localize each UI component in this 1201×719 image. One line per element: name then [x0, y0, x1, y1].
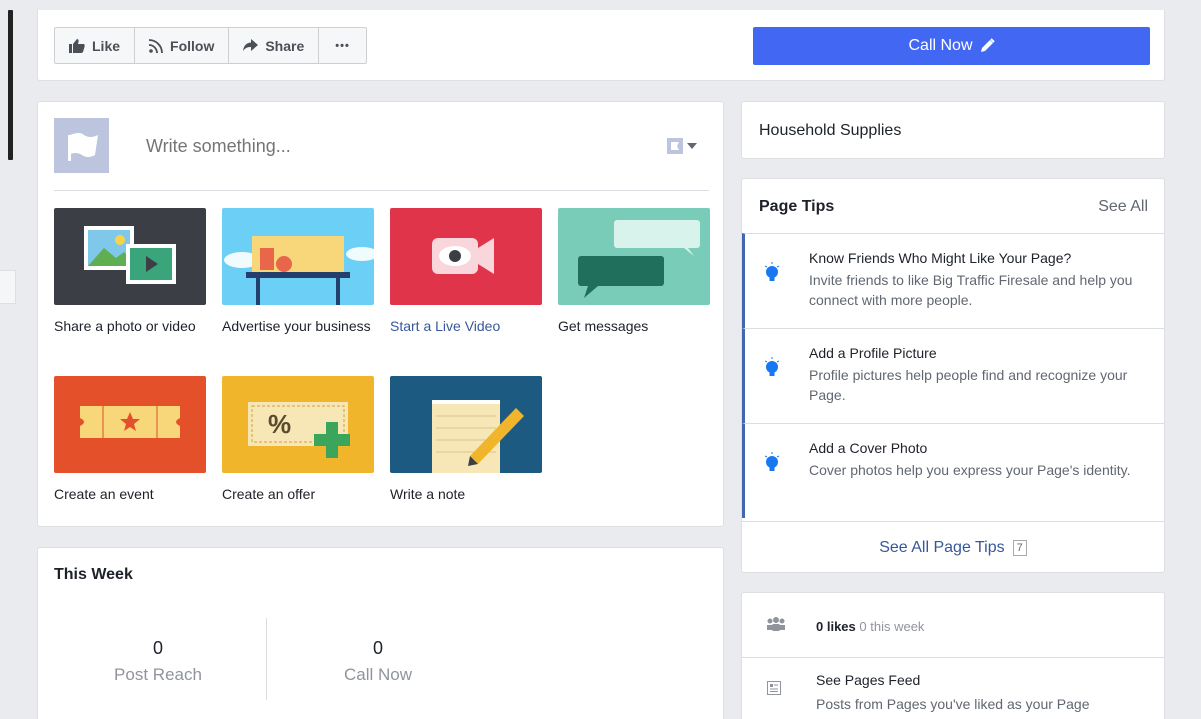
news-feed-icon — [767, 681, 781, 700]
tile-label: Create an offer — [222, 486, 316, 502]
tips-count-badge: 7 — [1012, 539, 1027, 556]
likes-this-week: 0 this week — [859, 619, 925, 634]
likes-row[interactable]: 0 likes 0 this week — [742, 593, 1164, 658]
tile-label: Create an event — [54, 486, 154, 502]
note-pencil-icon — [390, 376, 542, 473]
tile-label: Write a note — [390, 486, 466, 502]
stat-label: Post Reach — [114, 665, 202, 684]
see-all-link[interactable]: See All — [1098, 198, 1148, 216]
thumbs-up-icon — [69, 38, 85, 53]
write-something-input[interactable] — [146, 136, 586, 157]
pages-feed-desc: Posts from Pages you've liked as your Pa… — [816, 696, 1090, 712]
tip-cover-photo[interactable]: Add a Cover Photo Cover photos help you … — [742, 423, 1164, 518]
photo-video-icon — [54, 208, 206, 305]
tile-get-messages[interactable]: Get messages — [558, 208, 710, 336]
likes-summary: 0 likes 0 this week — [816, 619, 924, 634]
live-video-camera-icon — [390, 208, 542, 305]
follow-label: Follow — [170, 37, 215, 54]
category-card: Household Supplies — [741, 101, 1165, 159]
see-all-tips-label: See All Page Tips — [879, 538, 1005, 556]
tip-profile-picture[interactable]: Add a Profile Picture Profile pictures h… — [742, 328, 1164, 423]
scrollbar-thumb[interactable] — [8, 10, 13, 160]
tip-title: Add a Cover Photo — [809, 440, 928, 456]
this-week-card: This Week 0 Post Reach 0 Call Now — [37, 547, 724, 719]
chevron-down-icon — [687, 143, 697, 149]
storefront-icon — [222, 208, 374, 305]
page-avatar[interactable] — [54, 118, 109, 173]
tile-write-note[interactable]: Write a note — [390, 376, 542, 504]
pages-feed-title: See Pages Feed — [816, 672, 921, 688]
tip-desc: Cover photos help you express your Page'… — [809, 462, 1131, 478]
likes-card: 0 likes 0 this week See Pages Feed Posts… — [741, 592, 1165, 719]
tile-label: Share a photo or video — [54, 318, 196, 334]
tile-create-event[interactable]: Create an event — [54, 376, 206, 504]
more-label: ••• — [335, 39, 350, 52]
pencil-icon[interactable] — [979, 38, 995, 54]
more-options-button[interactable]: ••• — [319, 28, 366, 63]
tile-start-live-video[interactable]: Start a Live Video — [390, 208, 542, 336]
tip-desc: Profile pictures help people find and re… — [809, 367, 1128, 403]
share-label: Share — [265, 37, 305, 54]
page-tips-title: Page Tips — [759, 198, 835, 215]
flag-icon — [67, 132, 98, 161]
offer-coupon-icon: % — [222, 376, 374, 473]
tile-create-offer[interactable]: % Create an offer — [222, 376, 374, 504]
like-label: Like — [92, 37, 121, 54]
tile-share-photo-video[interactable]: Share a photo or video — [54, 208, 206, 336]
rss-follow-icon — [149, 38, 163, 53]
this-week-title: This Week — [54, 566, 133, 583]
share-arrow-icon — [243, 39, 259, 52]
lightbulb-icon — [764, 357, 780, 384]
page-category[interactable]: Household Supplies — [759, 122, 901, 140]
call-now-label: Call Now — [908, 37, 973, 54]
stat-value: 0 — [372, 638, 383, 658]
call-now-button[interactable]: Call Now — [753, 27, 1150, 65]
composer-card: Share a photo or video Advertise your bu… — [37, 101, 724, 527]
stat-value: 0 — [152, 638, 163, 658]
tip-desc: Invite friends to like Big Traffic Fires… — [809, 272, 1133, 308]
stat-label: Call Now — [343, 665, 413, 684]
see-pages-feed-row[interactable]: See Pages Feed Posts from Pages you've l… — [742, 659, 1164, 719]
stat-post-reach[interactable]: 0 Post Reach — [53, 638, 263, 685]
share-button[interactable]: Share — [229, 28, 320, 63]
page-action-bar: Like Follow Share ••• Call Now — [37, 10, 1165, 81]
tile-advertise-business[interactable]: Advertise your business — [222, 208, 374, 336]
svg-text:%: % — [268, 409, 291, 439]
page-tips-card: Page Tips See All Know Friends Who Might… — [741, 178, 1165, 573]
tile-label: Start a Live Video — [390, 318, 501, 334]
page-flag-small-icon — [667, 138, 683, 154]
audience-selector[interactable] — [667, 138, 697, 154]
lightbulb-icon — [764, 452, 780, 479]
page-actions-group: Like Follow Share ••• — [54, 27, 367, 64]
chat-bubbles-icon — [558, 208, 710, 305]
stat-divider — [266, 618, 267, 700]
event-ticket-icon — [54, 376, 206, 473]
see-all-page-tips-link[interactable]: See All Page Tips 7 — [742, 521, 1164, 573]
people-icon — [765, 617, 787, 636]
follow-button[interactable]: Follow — [135, 28, 230, 63]
tile-label: Get messages — [558, 318, 649, 334]
stat-call-now[interactable]: 0 Call Now — [273, 638, 483, 685]
like-button[interactable]: Like — [55, 28, 136, 63]
tip-title: Know Friends Who Might Like Your Page? — [809, 250, 1072, 266]
tip-invite-friends[interactable]: Know Friends Who Might Like Your Page? I… — [742, 233, 1164, 328]
composer-divider — [54, 190, 709, 191]
tip-title: Add a Profile Picture — [809, 345, 937, 361]
likes-count: 0 likes — [816, 619, 856, 634]
composer-header — [54, 118, 709, 176]
tile-label: Advertise your business — [222, 318, 371, 334]
side-panel-tab[interactable] — [0, 270, 16, 304]
lightbulb-icon — [764, 262, 780, 289]
